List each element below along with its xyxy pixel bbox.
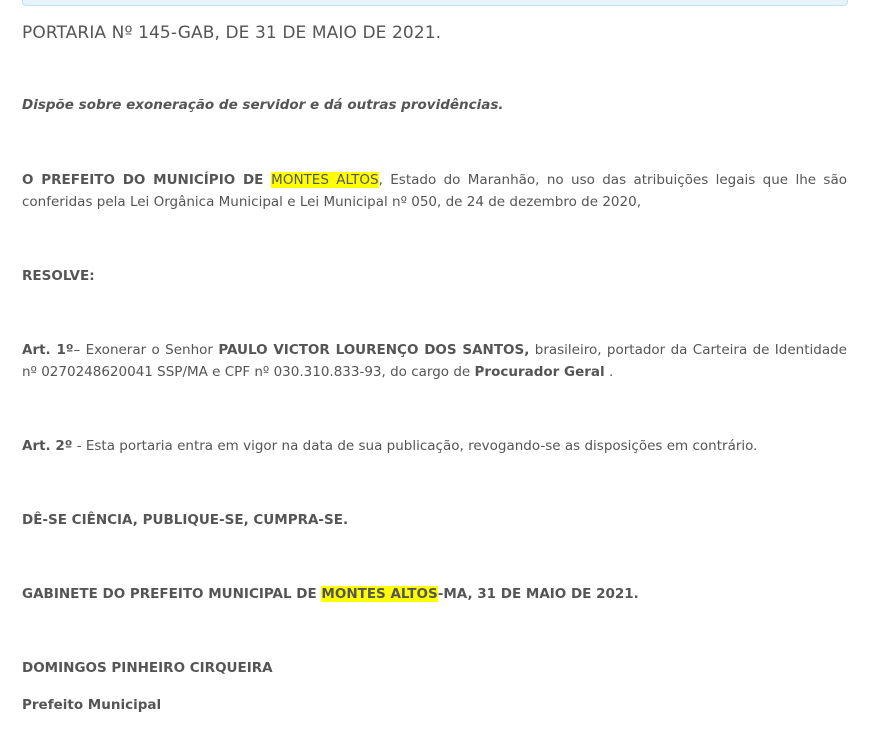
signature-name: DOMINGOS PINHEIRO CIRQUEIRA [22,657,273,679]
resolve-heading: RESOLVE: [22,265,95,287]
gabinete-line: GABINETE DO PREFEITO MUNICIPAL DE MONTES… [22,583,639,605]
article-1-label: Art. 1º [22,342,74,358]
article-2: Art. 2º - Esta portaria entra em vigor n… [22,435,757,457]
article-1-cargo: Procurador Geral [474,364,605,380]
preamble-paragraph: O PREFEITO DO MUNICÍPIO DE MONTES ALTOS,… [22,169,847,213]
ciencia-text: DÊ-SE CIÊNCIA, PUBLIQUE-SE, CUMPRA-SE. [22,512,349,528]
gabinete-rest: -MA, 31 DE MAIO DE 2021. [437,586,639,602]
signature-name-text: DOMINGOS PINHEIRO CIRQUEIRA [22,660,273,676]
document-ementa: Dispõe sobre exoneração de servidor e dá… [22,97,504,113]
signature-role-text: Prefeito Municipal [22,697,162,713]
gabinete-lead: GABINETE DO PREFEITO MUNICIPAL DE [22,586,322,602]
signature-role: Prefeito Municipal [22,694,161,716]
article-1-text-c: . [604,364,614,380]
article-1-nome: PAULO VICTOR LOURENÇO DOS SANTOS, [218,342,530,358]
article-1-text-a: – Exonerar o Senhor [73,342,219,358]
article-2-label: Art. 2º [22,438,73,454]
article-1: Art. 1º– Exonerar o Senhor PAULO VICTOR … [22,339,847,383]
preamble-lead: O PREFEITO DO MUNICÍPIO DE [22,172,272,188]
top-info-bar [22,0,848,6]
ciencia-line: DÊ-SE CIÊNCIA, PUBLIQUE-SE, CUMPRA-SE. [22,509,348,531]
municipality-highlight: MONTES ALTOS [271,172,379,188]
resolve-label: RESOLVE: [22,268,95,284]
document-title: PORTARIA Nº 145-GAB, DE 31 DE MAIO DE 20… [22,23,442,43]
gabinete-municipality-highlight: MONTES ALTOS [321,586,438,602]
article-2-text: - Esta portaria entra em vigor na data d… [72,438,758,454]
